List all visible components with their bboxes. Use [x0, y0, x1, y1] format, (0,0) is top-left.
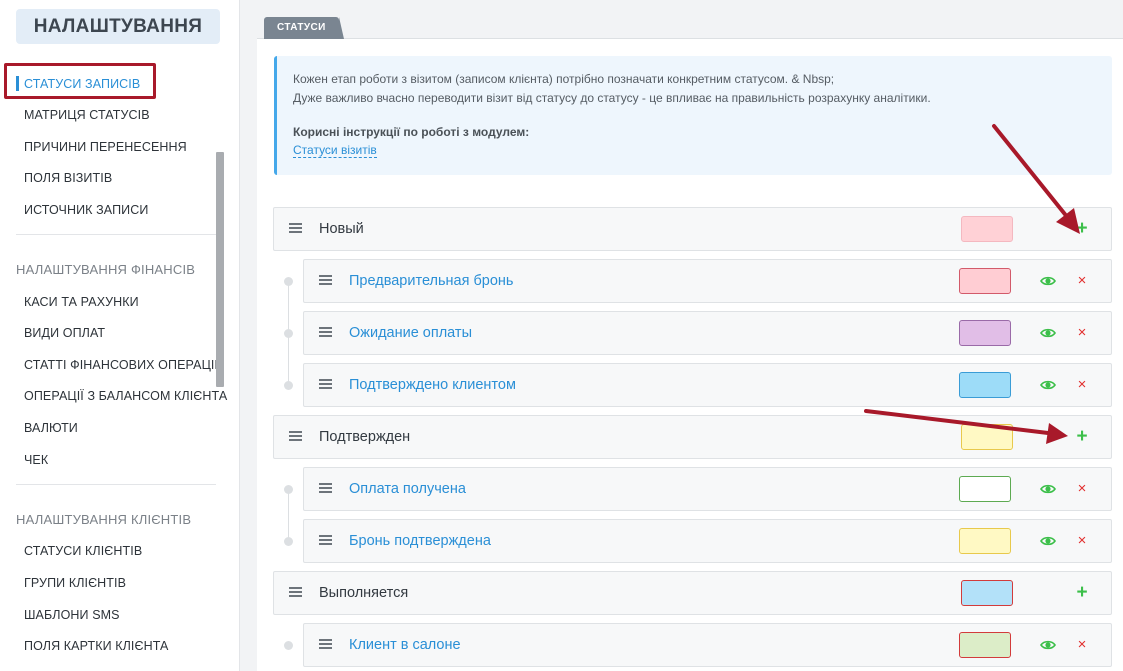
substatus-color-swatch[interactable]: [959, 528, 1011, 554]
substatus-name-link[interactable]: Клиент в салоне: [349, 637, 461, 653]
delete-substatus-button[interactable]: ×: [1074, 530, 1090, 552]
substatus-row: Подтверждено клиентом ×: [303, 363, 1112, 407]
sidebar-item-client-statuses[interactable]: СТАТУСИ КЛІЄНТІВ: [24, 544, 142, 558]
delete-substatus-button[interactable]: ×: [1074, 478, 1090, 500]
status-name: Выполняется: [319, 585, 409, 601]
eye-icon[interactable]: [1040, 377, 1056, 393]
tree-node-dot: [284, 485, 293, 494]
add-substatus-button[interactable]: +: [1074, 581, 1090, 605]
substatus-name-link[interactable]: Ожидание оплаты: [349, 325, 472, 341]
tree-node-dot: [284, 277, 293, 286]
status-row: Подтвержден +: [273, 415, 1112, 459]
sidebar-scrollbar[interactable]: [216, 152, 224, 387]
status-color-swatch[interactable]: [961, 424, 1013, 450]
divider: [16, 234, 216, 235]
substatus-row: Предварительная бронь ×: [303, 259, 1112, 303]
drag-handle-icon[interactable]: [289, 223, 302, 235]
sidebar-item-visit-fields[interactable]: ПОЛЯ ВІЗИТІВ: [24, 171, 112, 185]
divider: [16, 484, 216, 485]
status-row: Выполняется +: [273, 571, 1112, 615]
annotation-highlight-box: [4, 63, 156, 99]
section-client-settings: НАЛАШТУВАННЯ КЛІЄНТІВ: [16, 512, 192, 527]
substatus-color-swatch[interactable]: [959, 268, 1011, 294]
substatus-color-swatch[interactable]: [959, 476, 1011, 502]
eye-icon[interactable]: [1040, 533, 1056, 549]
sidebar-item-client-balance-ops[interactable]: ОПЕРАЦІЇ З БАЛАНСОМ КЛІЄНТА: [24, 389, 227, 403]
eye-icon[interactable]: [1040, 637, 1056, 653]
sidebar-item-client-card-fields[interactable]: ПОЛЯ КАРТКИ КЛІЄНТА: [24, 639, 168, 653]
substatus-row: Ожидание оплаты ×: [303, 311, 1112, 355]
status-name: Новый: [319, 221, 364, 237]
substatus-row: Бронь подтверждена ×: [303, 519, 1112, 563]
drag-handle-icon[interactable]: [319, 483, 332, 495]
sidebar-item-client-groups[interactable]: ГРУПИ КЛІЄНТІВ: [24, 576, 126, 590]
tree-node-dot: [284, 329, 293, 338]
info-text-line2: Дуже важливо вчасно переводити візит від…: [293, 91, 931, 105]
add-substatus-button[interactable]: +: [1074, 425, 1090, 449]
sidebar-item-status-matrix[interactable]: МАТРИЦЯ СТАТУСІВ: [24, 108, 150, 122]
sidebar-item-payment-types[interactable]: ВИДИ ОПЛАТ: [24, 326, 105, 340]
instructions-link[interactable]: Статуси візитів: [293, 143, 377, 158]
info-box: Кожен етап роботи з візитом (записом клі…: [274, 56, 1112, 175]
add-substatus-button[interactable]: +: [1074, 217, 1090, 241]
drag-handle-icon[interactable]: [289, 431, 302, 443]
eye-icon[interactable]: [1040, 273, 1056, 289]
status-row: Новый +: [273, 207, 1112, 251]
info-text-line1: Кожен етап роботи з візитом (записом клі…: [293, 72, 835, 86]
delete-substatus-button[interactable]: ×: [1074, 634, 1090, 656]
sidebar-item-cash-accounts[interactable]: КАСИ ТА РАХУНКИ: [24, 295, 139, 309]
sidebar-item-record-source[interactable]: ИСТОЧНИК ЗАПИСИ: [24, 203, 148, 217]
substatus-color-swatch[interactable]: [959, 372, 1011, 398]
sidebar-item-currencies[interactable]: ВАЛЮТИ: [24, 421, 78, 435]
tab-statuses[interactable]: СТАТУСИ: [264, 17, 344, 39]
sidebar-item-sms-templates[interactable]: ШАБЛОНИ SMS: [24, 608, 120, 622]
drag-handle-icon[interactable]: [319, 327, 332, 339]
drag-handle-icon[interactable]: [319, 379, 332, 391]
drag-handle-icon[interactable]: [289, 587, 302, 599]
eye-icon[interactable]: [1040, 325, 1056, 341]
eye-icon[interactable]: [1040, 481, 1056, 497]
sidebar-title: НАЛАШТУВАННЯ: [16, 9, 220, 44]
instructions-label: Корисні інструкції по роботі з модулем:: [293, 125, 530, 139]
substatus-row: Клиент в салоне ×: [303, 623, 1112, 667]
substatus-color-swatch[interactable]: [959, 632, 1011, 658]
delete-substatus-button[interactable]: ×: [1074, 270, 1090, 292]
sidebar-item-postpone-reasons[interactable]: ПРИЧИНИ ПЕРЕНЕСЕННЯ: [24, 140, 187, 154]
sidebar-item-receipt[interactable]: ЧЕК: [24, 453, 48, 467]
substatus-name-link[interactable]: Подтверждено клиентом: [349, 377, 516, 393]
substatus-row: Оплата получена ×: [303, 467, 1112, 511]
status-name: Подтвержден: [319, 429, 411, 445]
substatus-name-link[interactable]: Предварительная бронь: [349, 273, 513, 289]
drag-handle-icon[interactable]: [319, 535, 332, 547]
substatus-name-link[interactable]: Оплата получена: [349, 481, 466, 497]
delete-substatus-button[interactable]: ×: [1074, 374, 1090, 396]
substatus-name-link[interactable]: Бронь подтверждена: [349, 533, 491, 549]
substatus-color-swatch[interactable]: [959, 320, 1011, 346]
delete-substatus-button[interactable]: ×: [1074, 322, 1090, 344]
tree-node-dot: [284, 641, 293, 650]
drag-handle-icon[interactable]: [319, 639, 332, 651]
tree-node-dot: [284, 381, 293, 390]
section-finance-settings: НАЛАШТУВАННЯ ФІНАНСІВ: [16, 262, 196, 277]
status-color-swatch[interactable]: [961, 216, 1013, 242]
status-color-swatch[interactable]: [961, 580, 1013, 606]
sidebar-item-financial-articles[interactable]: СТАТТІ ФІНАНСОВИХ ОПЕРАЦІЙ: [24, 358, 224, 372]
tree-node-dot: [284, 537, 293, 546]
tree-connector: [288, 489, 289, 541]
drag-handle-icon[interactable]: [319, 275, 332, 287]
settings-sidebar: НАЛАШТУВАННЯ СТАТУСИ ЗАПИСІВ МАТРИЦЯ СТА…: [0, 0, 240, 671]
